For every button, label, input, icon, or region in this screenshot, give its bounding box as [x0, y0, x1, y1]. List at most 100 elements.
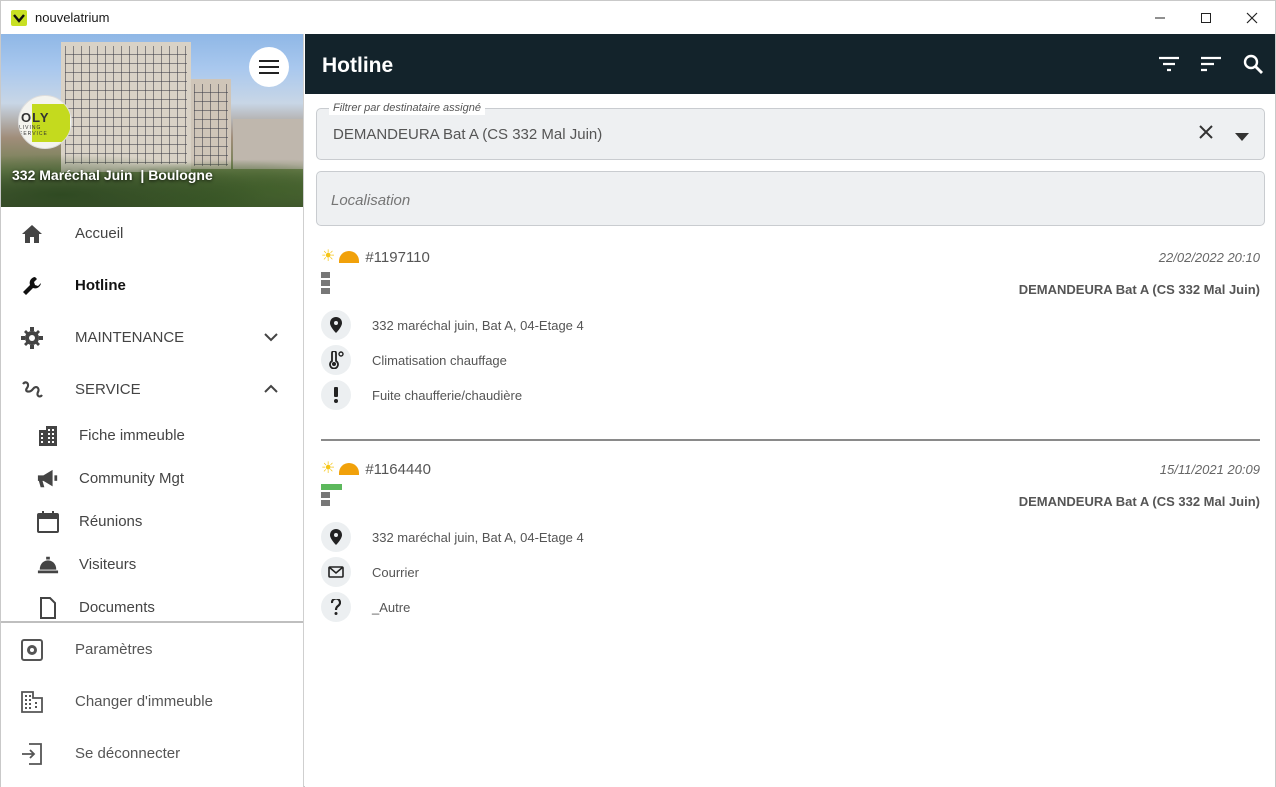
filter-icon	[1159, 56, 1179, 72]
window-controls	[1137, 1, 1275, 34]
sidebar-item-reunions[interactable]: Réunions	[1, 501, 303, 544]
minimize-icon	[1155, 17, 1165, 18]
assignee-filter-label: Filtrer par destinataire assigné	[329, 101, 485, 115]
building-name: 332 Maréchal Juin | Boulogne	[12, 167, 213, 183]
envelope-icon	[321, 557, 351, 587]
app-bar: Hotline	[305, 34, 1275, 94]
app-window: nouvelatrium OLY LIVING SERVICE 332 Maré…	[0, 0, 1276, 787]
page-title: Hotline	[322, 54, 394, 77]
thermometer-icon	[321, 345, 351, 375]
assignee-filter-value: DEMANDEURA Bat A (CS 332 Mal Juin)	[333, 126, 603, 143]
sidebar-item-changer-immeuble[interactable]: Changer d'immeuble	[1, 675, 303, 727]
ticket-subject-text: _Autre	[372, 600, 411, 615]
title-bar: nouvelatrium	[1, 1, 1275, 34]
organization-logo: OLY LIVING SERVICE	[18, 95, 72, 149]
menu-toggle-button[interactable]	[249, 47, 289, 87]
window-title: nouvelatrium	[35, 10, 110, 25]
logout-icon	[21, 743, 43, 765]
close-icon	[1246, 12, 1258, 23]
clear-filter-button[interactable]	[1198, 124, 1214, 145]
logo-subtext: LIVING SERVICE	[19, 125, 48, 137]
building-switch-icon	[21, 691, 43, 713]
sidebar-item-label: Paramètres	[75, 640, 153, 658]
sidebar-item-maintenance[interactable]: MAINTENANCE	[1, 311, 303, 363]
priority-gauge-icon	[339, 463, 360, 475]
ticket-card[interactable]: ☀ #1197110 22/02/2022 20:10 DEMANDEURA B…	[321, 246, 1260, 441]
ticket-location-row: 332 maréchal juin, Bat A, 04-Etage 4	[321, 310, 584, 342]
search-icon	[1243, 54, 1263, 74]
document-icon	[37, 597, 59, 619]
app-logo-icon	[11, 9, 27, 26]
wrench-icon	[21, 275, 43, 297]
location-pin-icon	[321, 310, 351, 340]
status-progress-icon	[321, 272, 343, 296]
ticket-location-text: 332 maréchal juin, Bat A, 04-Etage 4	[372, 318, 584, 333]
sidebar-item-visiteurs[interactable]: Visiteurs	[1, 544, 303, 587]
chevron-down-icon[interactable]	[263, 329, 279, 347]
location-field[interactable]	[316, 171, 1265, 226]
close-button[interactable]	[1229, 1, 1275, 34]
sidebar-item-label: SERVICE	[75, 380, 141, 398]
sidebar-item-community-mgt[interactable]: Community Mgt	[1, 458, 303, 501]
ticket-date: 15/11/2021 20:09	[1159, 462, 1260, 477]
sidebar-item-label: Hotline	[75, 276, 126, 294]
ticket-subject-text: Fuite chaufferie/chaudière	[372, 388, 523, 403]
ticket-subject-row: Fuite chaufferie/chaudière	[321, 380, 522, 412]
close-icon	[1199, 125, 1213, 139]
calendar-icon	[37, 511, 59, 533]
settings-icon	[21, 639, 43, 661]
ticket-category-row: Climatisation chauffage	[321, 345, 507, 377]
sidebar-item-service[interactable]: SERVICE	[1, 363, 303, 415]
maximize-icon	[1201, 12, 1211, 23]
ticket-subject-row: _Autre	[321, 592, 410, 624]
ticket-requester: DEMANDEURA Bat A (CS 332 Mal Juin)	[1018, 494, 1260, 509]
ticket-category-text: Courrier	[372, 565, 419, 580]
ticket-category-row: Courrier	[321, 557, 419, 589]
hamburger-icon	[259, 60, 279, 74]
concierge-bell-icon	[37, 554, 59, 576]
priority-gauge-icon	[339, 251, 360, 263]
sidebar-item-parametres[interactable]: Paramètres	[1, 623, 303, 675]
ticket-card[interactable]: ☀ #1164440 15/11/2021 20:09 DEMANDEURA B…	[321, 458, 1260, 648]
logo-text: OLY	[21, 110, 50, 125]
home-icon	[21, 223, 43, 245]
ticket-location-text: 332 maréchal juin, Bat A, 04-Etage 4	[372, 530, 584, 545]
maximize-button[interactable]	[1183, 1, 1229, 34]
sun-icon: ☀	[321, 248, 336, 265]
sidebar-item-label: Réunions	[79, 513, 143, 530]
ticket-number: #1197110	[365, 248, 430, 266]
ticket-date: 22/02/2022 20:10	[1158, 250, 1260, 265]
sidebar-item-label: Documents	[79, 599, 155, 616]
filter-button[interactable]	[1157, 52, 1181, 76]
status-progress-icon	[321, 484, 343, 508]
sidebar-item-fiche-immeuble[interactable]: Fiche immeuble	[1, 415, 303, 458]
ticket-header: ☀ #1164440	[321, 458, 431, 480]
minimize-button[interactable]	[1137, 1, 1183, 34]
service-icon	[21, 379, 43, 401]
sidebar-item-hotline[interactable]: Hotline	[1, 259, 303, 311]
sort-button[interactable]	[1199, 52, 1223, 76]
assignee-filter-select[interactable]: Filtrer par destinataire assigné DEMANDE…	[316, 101, 1265, 160]
sidebar-item-label: Community Mgt	[79, 470, 185, 487]
ticket-location-row: 332 maréchal juin, Bat A, 04-Etage 4	[321, 522, 584, 554]
main-content: Filtrer par destinataire assigné DEMANDE…	[305, 94, 1275, 787]
ticket-requester: DEMANDEURA Bat A (CS 332 Mal Juin)	[1018, 282, 1260, 297]
sidebar-nav: Accueil Hotline MAINTENANCE SERVICE Fich…	[1, 207, 303, 630]
sidebar-item-label: Fiche immeuble	[79, 427, 185, 444]
sidebar-item-label: Se déconnecter	[75, 744, 181, 762]
sidebar-item-se-deconnecter[interactable]: Se déconnecter	[1, 727, 303, 779]
location-input[interactable]	[331, 192, 1231, 209]
location-pin-icon	[321, 522, 351, 552]
app-bar-actions	[1157, 52, 1265, 76]
search-button[interactable]	[1241, 52, 1265, 76]
chevron-up-icon[interactable]	[263, 381, 279, 399]
sidebar-item-accueil[interactable]: Accueil	[1, 207, 303, 259]
building-icon	[37, 425, 59, 447]
ticket-number: #1164440	[365, 460, 431, 478]
ticket-category-text: Climatisation chauffage	[372, 353, 507, 368]
sidebar-item-label: Changer d'immeuble	[75, 692, 213, 710]
dropdown-button[interactable]	[1235, 128, 1249, 146]
megaphone-icon	[37, 468, 59, 490]
caret-down-icon	[1235, 133, 1249, 141]
ticket-header: ☀ #1197110	[321, 246, 430, 268]
